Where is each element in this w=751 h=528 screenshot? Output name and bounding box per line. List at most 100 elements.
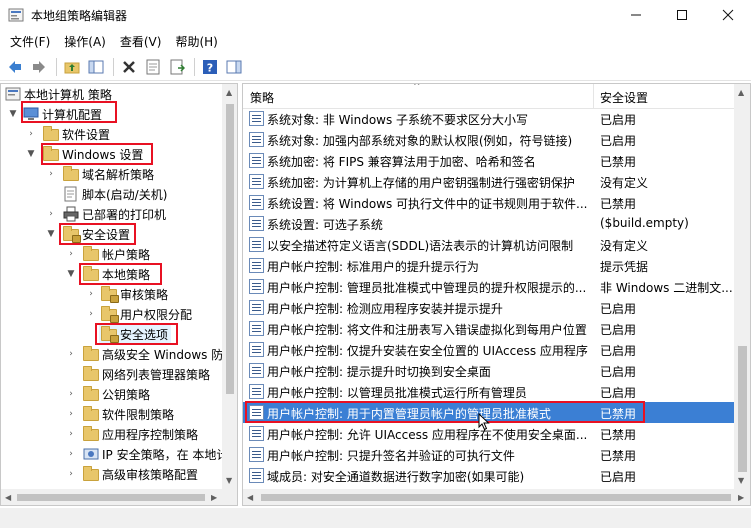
expand-arrow-icon[interactable]: › [65, 444, 77, 464]
list-horizontal-scrollbar[interactable]: ◀ ▶ [243, 489, 750, 505]
collapse-arrow-icon[interactable]: ▼ [65, 264, 77, 284]
properties-button[interactable] [142, 56, 164, 78]
expand-arrow-icon[interactable]: › [65, 244, 77, 264]
collapse-arrow-icon[interactable]: ▼ [45, 224, 57, 244]
column-divider[interactable] [593, 84, 594, 109]
list-vertical-scrollbar[interactable]: ▲ ▼ [734, 84, 750, 489]
policy-row[interactable]: 系统加密: 将 FIPS 兼容算法用于加密、哈希和签名 已禁用 [243, 150, 734, 171]
action-pane-button[interactable] [223, 56, 245, 78]
policy-row[interactable]: 用户帐户控制: 将文件和注册表写入错误虚拟化到每用户位置 已启用 [243, 318, 734, 339]
help-button[interactable]: ? [199, 56, 221, 78]
tree-node-windows-firewall[interactable]: 高级安全 Windows 防 [83, 344, 223, 364]
title-bar: 本地组策略编辑器 [0, 0, 751, 30]
delete-icon [123, 60, 135, 73]
menu-file[interactable]: 文件(F) [4, 33, 56, 50]
tree-node-public-key[interactable]: 公钥策略 [83, 384, 150, 404]
scrollbar-thumb[interactable] [261, 494, 731, 501]
tree-node-audit-policy[interactable]: 审核策略 [101, 284, 168, 304]
policy-row[interactable]: 用户帐户控制: 标准用户的提升提示行为 提示凭据 [243, 255, 734, 276]
scrollbar-thumb[interactable] [17, 494, 205, 501]
lock-folder-icon [101, 306, 119, 323]
delete-button[interactable] [118, 56, 140, 78]
toolbar: ? [0, 53, 751, 81]
policy-row[interactable]: 用户帐户控制: 管理员批准模式中管理员的提升权限提示的... 非 Windows … [243, 276, 734, 297]
close-button[interactable] [705, 0, 751, 30]
tree-node-security-options[interactable]: 安全选项 [99, 324, 172, 344]
expand-arrow-icon[interactable]: › [85, 304, 97, 324]
policy-name: 系统加密: 将 FIPS 兼容算法用于加密、哈希和签名 [267, 155, 536, 169]
policy-row[interactable]: 域成员: 对安全通道数据进行数字加密(如果可能) 已启用 [243, 465, 734, 486]
tree-node-computer-config[interactable]: 计算机配置 [23, 104, 102, 124]
scroll-up-arrow-icon[interactable]: ▲ [738, 88, 744, 97]
tree-horizontal-scrollbar[interactable]: ◀ ▶ [1, 489, 237, 505]
properties-icon [146, 59, 160, 74]
expand-arrow-icon[interactable]: › [65, 424, 77, 444]
collapse-arrow-icon[interactable]: ▼ [7, 104, 19, 124]
tree-node-local-policies[interactable]: 本地策略 [83, 264, 150, 284]
policy-row[interactable]: 用户帐户控制: 以管理员批准模式运行所有管理员 已启用 [243, 381, 734, 402]
expand-arrow-icon[interactable]: › [45, 204, 57, 224]
scroll-up-arrow-icon[interactable]: ▲ [226, 88, 232, 97]
svg-text:?: ? [207, 61, 213, 74]
tree-node-account-policies[interactable]: 帐户策略 [83, 244, 150, 264]
tree-vertical-scrollbar[interactable]: ▲ ▼ [222, 84, 237, 489]
column-header-security-setting[interactable]: 安全设置 [600, 89, 648, 106]
minimize-button[interactable] [613, 0, 659, 30]
policy-row[interactable]: 以安全描述符定义语言(SDDL)语法表示的计算机访问限制 没有定义 [243, 234, 734, 255]
console-tree[interactable]: 本地计算机 策略 ▼ 计算机配置 › 软件设置 ▼ Windows 设置 › 域… [0, 83, 238, 506]
show-hide-tree-button[interactable] [85, 56, 107, 78]
policy-row[interactable]: 系统设置: 可选子系统 ($build.empty) [243, 213, 734, 234]
menu-view[interactable]: 查看(V) [114, 33, 168, 50]
tree-node-advanced-audit[interactable]: 高级审核策略配置 [83, 464, 198, 484]
up-folder-button[interactable] [61, 56, 83, 78]
tree-node-user-rights[interactable]: 用户权限分配 [101, 304, 192, 324]
scroll-left-arrow-icon[interactable]: ◀ [247, 493, 253, 502]
tree-node-network-list[interactable]: 网络列表管理器策略 [83, 364, 210, 384]
scrollbar-thumb[interactable] [226, 104, 234, 394]
tree-node-software-settings[interactable]: 软件设置 [43, 124, 110, 144]
expand-arrow-icon[interactable]: › [65, 384, 77, 404]
expand-arrow-icon[interactable]: › [65, 404, 77, 424]
expand-arrow-icon[interactable]: › [25, 124, 37, 144]
tree-node-windows-settings[interactable]: Windows 设置 [43, 144, 143, 164]
expand-arrow-icon[interactable]: › [85, 284, 97, 304]
policy-list[interactable]: ^ 策略 安全设置 系统对象: 非 Windows 子系统不要求区分大小写 已启用… [242, 83, 751, 506]
collapse-arrow-icon[interactable]: ▼ [25, 144, 37, 164]
scroll-down-arrow-icon[interactable]: ▼ [226, 476, 232, 485]
scrollbar-thumb[interactable] [738, 346, 747, 472]
column-header-policy[interactable]: 策略 [250, 89, 274, 106]
policy-row[interactable]: 用户帐户控制: 检测应用程序安装并提示提升 已启用 [243, 297, 734, 318]
close-icon [722, 9, 734, 21]
tree-node-software-restriction[interactable]: 软件限制策略 [83, 404, 174, 424]
back-button[interactable] [4, 56, 26, 78]
menu-help[interactable]: 帮助(H) [169, 33, 223, 50]
export-list-button[interactable] [166, 56, 188, 78]
tree-node-app-control[interactable]: 应用程序控制策略 [83, 424, 198, 444]
scroll-right-arrow-icon[interactable]: ▶ [211, 493, 217, 502]
script-icon [64, 186, 77, 202]
tree-node-name-resolution-policy[interactable]: 域名解析策略 [63, 164, 154, 184]
tree-node-local-policy[interactable]: 本地计算机 策略 [5, 84, 112, 104]
policy-row[interactable]: 用户帐户控制: 提示提升时切换到安全桌面 已启用 [243, 360, 734, 381]
scroll-left-arrow-icon[interactable]: ◀ [5, 493, 11, 502]
tree-node-deployed-printers[interactable]: 已部署的打印机 [63, 204, 166, 224]
expand-arrow-icon[interactable]: › [65, 464, 77, 484]
scroll-down-arrow-icon[interactable]: ▼ [738, 476, 744, 485]
policy-setting-value: 已禁用 [600, 197, 637, 211]
menu-action[interactable]: 操作(A) [58, 33, 112, 50]
policy-row[interactable]: 用户帐户控制: 仅提升安装在安全位置的 UIAccess 应用程序 已启用 [243, 339, 734, 360]
forward-button[interactable] [28, 56, 50, 78]
tree-node-ip-security[interactable]: IP 安全策略，在 本地计 [83, 444, 228, 464]
policy-row[interactable]: 系统对象: 非 Windows 子系统不要求区分大小写 已启用 [243, 108, 734, 129]
policy-row[interactable]: 系统对象: 加强内部系统对象的默认权限(例如，符号链接) 已启用 [243, 129, 734, 150]
policy-row[interactable]: 系统加密: 为计算机上存储的用户密钥强制进行强密钥保护 没有定义 [243, 171, 734, 192]
tree-node-security-settings[interactable]: 安全设置 [63, 224, 130, 244]
tree-node-scripts[interactable]: 脚本(启动/关机) [63, 184, 167, 204]
policy-setting-icon [249, 342, 264, 357]
maximize-button[interactable] [659, 0, 705, 30]
policy-row[interactable]: 系统设置: 将 Windows 可执行文件中的证书规则用于软件... 已禁用 [243, 192, 734, 213]
expand-arrow-icon[interactable]: › [45, 164, 57, 184]
scroll-right-arrow-icon[interactable]: ▶ [738, 493, 744, 502]
expand-arrow-icon[interactable]: › [65, 344, 77, 364]
policy-row[interactable]: 用户帐户控制: 只提升签名并验证的可执行文件 已禁用 [243, 444, 734, 465]
